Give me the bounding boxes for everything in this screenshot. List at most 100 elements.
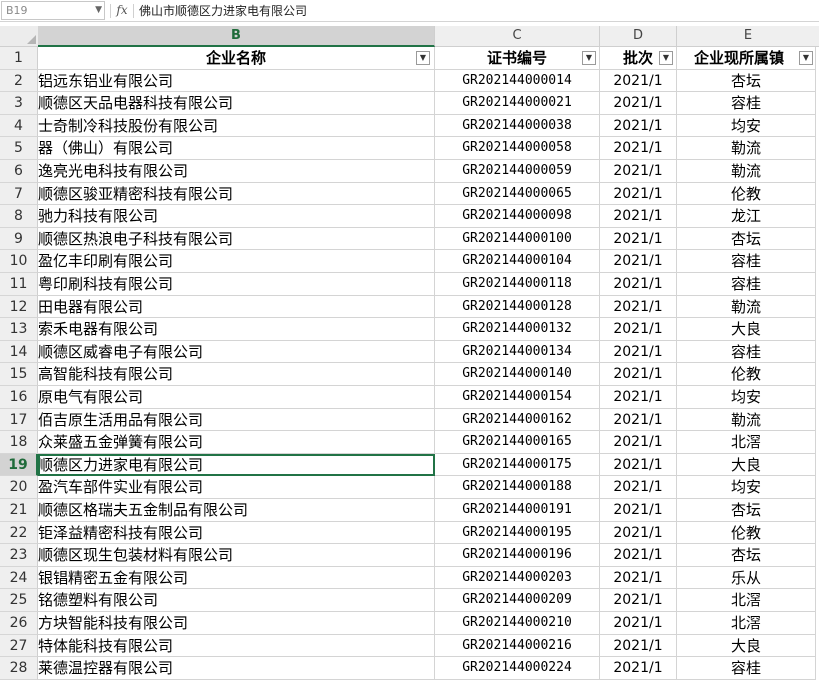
company-cell[interactable]: 顺德区骏亚精密科技有限公司 xyxy=(38,182,435,206)
cert-cell[interactable]: GR202144000118 xyxy=(435,273,600,296)
row-header[interactable]: 8 xyxy=(0,205,38,228)
cert-cell[interactable]: GR202144000188 xyxy=(435,476,600,499)
row-header[interactable]: 24 xyxy=(0,566,38,590)
row-header[interactable]: 15 xyxy=(0,363,38,386)
cert-cell[interactable]: GR202144000191 xyxy=(435,499,600,522)
batch-cell[interactable]: 2021/1 xyxy=(600,521,677,545)
row-header[interactable]: 3 xyxy=(0,92,38,115)
batch-cell[interactable]: 2021/1 xyxy=(600,114,677,138)
town-cell[interactable]: 容桂 xyxy=(677,250,816,273)
company-cell[interactable]: 方块智能科技有限公司 xyxy=(38,612,435,635)
town-cell[interactable]: 大良 xyxy=(677,453,816,477)
batch-cell[interactable]: 2021/1 xyxy=(600,160,677,183)
batch-cell[interactable]: 2021/1 xyxy=(600,544,677,567)
town-cell[interactable]: 伦教 xyxy=(677,363,816,386)
column-header-c[interactable]: C xyxy=(435,26,600,47)
row-header[interactable]: 12 xyxy=(0,295,38,319)
batch-cell[interactable]: 2021/1 xyxy=(600,340,677,364)
row-header[interactable]: 5 xyxy=(0,137,38,160)
town-cell[interactable]: 均安 xyxy=(677,386,816,409)
column-header-b[interactable]: B xyxy=(38,26,435,47)
batch-cell[interactable]: 2021/1 xyxy=(600,92,677,115)
town-cell[interactable]: 北滘 xyxy=(677,612,816,635)
cert-cell[interactable]: GR202144000195 xyxy=(435,521,600,545)
company-cell[interactable]: 佰吉原生活用品有限公司 xyxy=(38,408,435,432)
cert-cell[interactable]: GR202144000140 xyxy=(435,363,600,386)
filter-dropdown-icon[interactable]: ▼ xyxy=(659,51,673,65)
row-header[interactable]: 9 xyxy=(0,227,38,251)
row-header[interactable]: 13 xyxy=(0,318,38,341)
batch-cell[interactable]: 2021/1 xyxy=(600,657,677,680)
company-cell[interactable]: 铭德塑料有限公司 xyxy=(38,589,435,612)
name-box[interactable]: B19 ▼ xyxy=(1,1,105,20)
cert-cell[interactable]: GR202144000154 xyxy=(435,386,600,409)
company-cell[interactable]: 顺德区力进家电有限公司 xyxy=(38,453,435,477)
company-cell[interactable]: 莱德温控器有限公司 xyxy=(38,657,435,680)
cert-cell[interactable]: GR202144000014 xyxy=(435,69,600,93)
cert-cell[interactable]: GR202144000203 xyxy=(435,566,600,590)
batch-cell[interactable]: 2021/1 xyxy=(600,295,677,319)
fx-icon[interactable]: fx xyxy=(112,1,132,20)
cert-cell[interactable]: GR202144000210 xyxy=(435,612,600,635)
company-cell[interactable]: 高智能科技有限公司 xyxy=(38,363,435,386)
town-cell[interactable]: 杏坛 xyxy=(677,499,816,522)
row-header[interactable]: 4 xyxy=(0,114,38,138)
batch-cell[interactable]: 2021/1 xyxy=(600,137,677,160)
cert-cell[interactable]: GR202144000098 xyxy=(435,205,600,228)
town-cell[interactable]: 均安 xyxy=(677,114,816,138)
batch-cell[interactable]: 2021/1 xyxy=(600,273,677,296)
row-header[interactable]: 21 xyxy=(0,499,38,522)
town-cell[interactable]: 北滘 xyxy=(677,589,816,612)
cert-cell[interactable]: GR202144000132 xyxy=(435,318,600,341)
company-cell[interactable]: 顺德区天品电器科技有限公司 xyxy=(38,92,435,115)
cert-cell[interactable]: GR202144000021 xyxy=(435,92,600,115)
header-cert[interactable]: 证书编号 ▼ xyxy=(435,47,600,70)
cert-cell[interactable]: GR202144000065 xyxy=(435,182,600,206)
batch-cell[interactable]: 2021/1 xyxy=(600,566,677,590)
row-header[interactable]: 19 xyxy=(0,453,38,477)
cert-cell[interactable]: GR202144000224 xyxy=(435,657,600,680)
header-town[interactable]: 企业现所属镇 ▼ xyxy=(677,47,816,70)
town-cell[interactable]: 大良 xyxy=(677,634,816,658)
company-cell[interactable]: 顺德区威睿电子有限公司 xyxy=(38,340,435,364)
batch-cell[interactable]: 2021/1 xyxy=(600,69,677,93)
row-header[interactable]: 28 xyxy=(0,657,38,680)
cert-cell[interactable]: GR202144000128 xyxy=(435,295,600,319)
town-cell[interactable]: 乐从 xyxy=(677,566,816,590)
header-batch[interactable]: 批次 ▼ xyxy=(600,47,677,70)
row-header[interactable]: 20 xyxy=(0,476,38,499)
cert-cell[interactable]: GR202144000209 xyxy=(435,589,600,612)
company-cell[interactable]: 盈亿丰印刷有限公司 xyxy=(38,250,435,273)
company-cell[interactable]: 顺德区热浪电子科技有限公司 xyxy=(38,227,435,251)
company-cell[interactable]: 钜泽益精密科技有限公司 xyxy=(38,521,435,545)
select-all-button[interactable] xyxy=(0,26,39,47)
town-cell[interactable]: 杏坛 xyxy=(677,544,816,567)
batch-cell[interactable]: 2021/1 xyxy=(600,431,677,454)
batch-cell[interactable]: 2021/1 xyxy=(600,453,677,477)
town-cell[interactable]: 伦教 xyxy=(677,521,816,545)
company-cell[interactable]: 索禾电器有限公司 xyxy=(38,318,435,341)
filter-dropdown-icon[interactable]: ▼ xyxy=(582,51,596,65)
company-cell[interactable]: 顺德区现生包装材料有限公司 xyxy=(38,544,435,567)
cert-cell[interactable]: GR202144000059 xyxy=(435,160,600,183)
town-cell[interactable]: 容桂 xyxy=(677,657,816,680)
town-cell[interactable]: 杏坛 xyxy=(677,69,816,93)
company-cell[interactable]: 顺德区格瑞夫五金制品有限公司 xyxy=(38,499,435,522)
batch-cell[interactable]: 2021/1 xyxy=(600,227,677,251)
batch-cell[interactable]: 2021/1 xyxy=(600,386,677,409)
company-cell[interactable]: 原电气有限公司 xyxy=(38,386,435,409)
batch-cell[interactable]: 2021/1 xyxy=(600,476,677,499)
batch-cell[interactable]: 2021/1 xyxy=(600,499,677,522)
cert-cell[interactable]: GR202144000038 xyxy=(435,114,600,138)
batch-cell[interactable]: 2021/1 xyxy=(600,250,677,273)
batch-cell[interactable]: 2021/1 xyxy=(600,205,677,228)
town-cell[interactable]: 容桂 xyxy=(677,340,816,364)
company-cell[interactable]: 驰力科技有限公司 xyxy=(38,205,435,228)
batch-cell[interactable]: 2021/1 xyxy=(600,408,677,432)
company-cell[interactable]: 田电器有限公司 xyxy=(38,295,435,319)
company-cell[interactable]: 铝远东铝业有限公司 xyxy=(38,69,435,93)
batch-cell[interactable]: 2021/1 xyxy=(600,363,677,386)
row-header[interactable]: 25 xyxy=(0,589,38,612)
row-header[interactable]: 1 xyxy=(0,47,38,70)
row-header[interactable]: 27 xyxy=(0,634,38,658)
